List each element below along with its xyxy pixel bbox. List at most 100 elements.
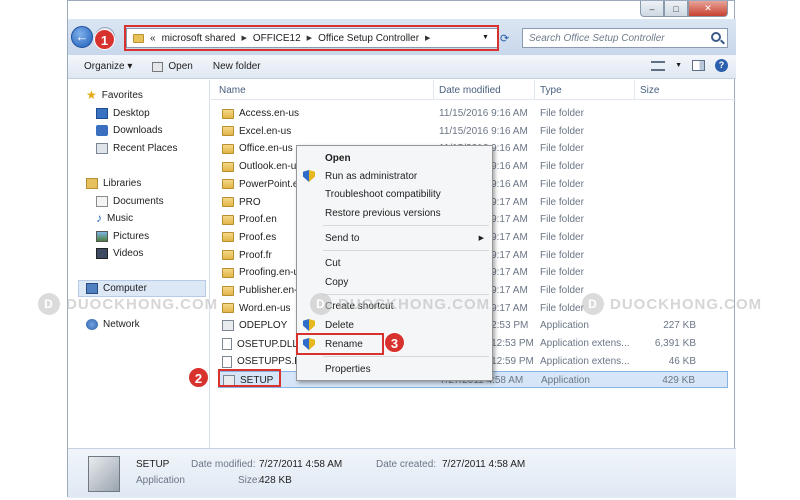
search-placeholder: Search Office Setup Controller (529, 32, 665, 44)
file-row[interactable]: Excel.en-us 11/15/2016 9:16 AM File folder (218, 123, 728, 140)
file-date: 11/15/2016 9:16 AM (439, 125, 528, 137)
file-type: File folder (540, 143, 584, 155)
file-name-cell[interactable]: Proofing.en-us (222, 267, 304, 278)
nav-music-label: Music (107, 213, 134, 224)
file-type: File folder (540, 231, 584, 243)
file-size: 6,391 KB (654, 338, 696, 350)
nav-desktop[interactable]: Desktop (96, 108, 150, 119)
file-type: File folder (540, 285, 584, 296)
column-headers: Name Date modified Type Size (211, 80, 736, 100)
file-type: File folder (540, 196, 584, 208)
column-name[interactable]: Name (219, 85, 246, 96)
watermark-logo-icon: D (38, 293, 60, 315)
file-name-cell[interactable]: Excel.en-us (222, 126, 291, 137)
menu-copy[interactable]: Copy (325, 277, 348, 288)
nav-downloads[interactable]: Downloads (96, 125, 162, 136)
file-name-cell[interactable]: Office.en-us (222, 143, 293, 154)
column-date-modified[interactable]: Date modified (439, 85, 501, 96)
nav-videos-label: Videos (113, 248, 144, 259)
file-name: Proofing.en-us (239, 267, 305, 279)
pictures-icon (96, 231, 108, 242)
file-name: Access.en-us (239, 108, 300, 119)
chevron-down-icon[interactable]: ▼ (675, 62, 682, 69)
file-name-cell[interactable]: OSETUP.DLL (222, 338, 298, 351)
navigation-pane: ★ Favorites Desktop Downloads Recent Pla… (68, 80, 210, 448)
watermark: D DUOCKHONG.COM (582, 293, 762, 315)
organize-button[interactable]: Organize ▾ (68, 61, 142, 72)
details-date-created: 7/27/2011 4:58 AM (442, 459, 526, 470)
help-icon[interactable]: ? (715, 59, 728, 72)
file-name: PowerPoint.en (239, 178, 305, 190)
menu-open[interactable]: Open (325, 153, 351, 164)
column-size[interactable]: Size (640, 85, 659, 96)
file-name-cell[interactable]: ODEPLOY (222, 320, 287, 332)
file-name-cell[interactable]: Proof.fr (222, 250, 272, 261)
column-type[interactable]: Type (540, 85, 562, 96)
menu-delete[interactable]: Delete (325, 320, 354, 331)
step-badge-1: 1 (94, 29, 115, 50)
step-badge-3: 3 (384, 332, 405, 353)
file-name-cell[interactable]: Access.en-us (222, 108, 299, 119)
menu-properties[interactable]: Properties (325, 364, 371, 375)
file-name: OSETUP.DLL (237, 338, 298, 350)
file-row[interactable]: Access.en-us 11/15/2016 9:16 AM File folde… (218, 105, 728, 122)
nav-recent-places[interactable]: Recent Places (96, 143, 177, 154)
shield-icon (303, 170, 315, 182)
menu-restore-previous-versions[interactable]: Restore previous versions (325, 208, 441, 219)
preview-pane-icon[interactable] (692, 60, 705, 71)
maximize-button[interactable]: □ (664, 1, 688, 17)
nav-pictures[interactable]: Pictures (96, 231, 149, 242)
watermark-text: DUOCKHONG.COM (610, 295, 763, 313)
minimize-button[interactable]: – (640, 1, 664, 17)
refresh-icon[interactable]: ⟳ (500, 32, 509, 45)
close-button[interactable]: ✕ (688, 1, 728, 17)
folder-icon (222, 214, 234, 225)
file-name-cell[interactable]: PowerPoint.en (222, 179, 304, 190)
file-name: Proof.en (239, 214, 277, 226)
details-size: 428 KB (259, 475, 292, 486)
file-name-cell[interactable]: Proof.en (222, 214, 277, 225)
nav-music[interactable]: ♪ Music (96, 211, 134, 225)
file-name-cell[interactable]: Proof.es (222, 232, 276, 243)
view-options-icon[interactable] (651, 60, 666, 71)
nav-libraries-label: Libraries (103, 178, 142, 189)
nav-network[interactable]: Network (86, 319, 140, 330)
nav-favorites[interactable]: ★ Favorites (86, 89, 143, 101)
open-icon (152, 61, 164, 72)
downloads-icon (96, 125, 108, 136)
step-badge-2: 2 (188, 367, 209, 388)
menu-cut[interactable]: Cut (325, 258, 341, 269)
file-name: Outlook.en-us (239, 161, 302, 173)
file-type: File folder (540, 249, 584, 261)
file-name-cell[interactable]: Outlook.en-us (222, 161, 301, 172)
file-name-cell[interactable]: PRO (222, 197, 261, 208)
file-type: File folder (540, 125, 584, 137)
file-name: Proof.fr (239, 249, 272, 261)
file-name-cell[interactable]: Word.en-us (222, 303, 291, 314)
menu-run-as-administrator[interactable]: Run as administrator (325, 171, 417, 182)
nav-libraries[interactable]: Libraries (86, 178, 141, 189)
nav-videos[interactable]: Videos (96, 248, 143, 259)
search-icon[interactable] (711, 32, 721, 42)
nav-desktop-label: Desktop (113, 108, 150, 119)
nav-documents[interactable]: Documents (96, 196, 164, 207)
chevron-right-icon: ▶ (478, 235, 484, 242)
application-icon (222, 320, 234, 332)
back-button[interactable]: ← (71, 26, 93, 48)
new-folder-button[interactable]: New folder (203, 61, 271, 72)
file-type: File folder (540, 214, 584, 226)
folder-icon (222, 161, 234, 172)
watermark: D DUOCKHONG.COM (38, 293, 218, 315)
address-row: ← « microsoft shared ▶ OFFICE12 ▶ Office… (68, 19, 736, 55)
organize-label: Organize ▾ (84, 61, 133, 72)
menu-troubleshoot-compatibility[interactable]: Troubleshoot compatibility (325, 189, 441, 200)
folder-icon (222, 108, 234, 119)
details-type: Application (136, 475, 185, 486)
search-input[interactable]: Search Office Setup Controller (522, 28, 728, 48)
music-icon: ♪ (96, 211, 102, 225)
new-folder-label: New folder (212, 61, 261, 72)
setup-highlight-box (218, 369, 281, 387)
menu-send-to[interactable]: Send to (325, 233, 359, 244)
details-filename: SETUP (136, 459, 170, 470)
open-button[interactable]: Open (142, 61, 202, 72)
